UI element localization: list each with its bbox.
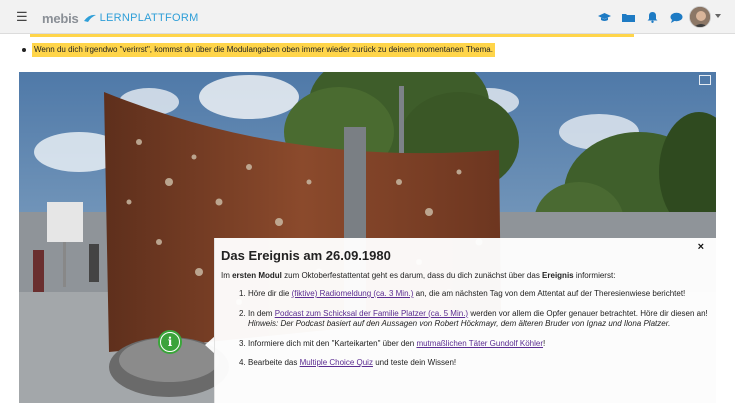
list-item: 1. Höre dir die (fiktive) Radiomeldung (… bbox=[239, 289, 709, 300]
intro-bold-module: ersten Modul bbox=[232, 271, 282, 280]
bullet-dot bbox=[22, 48, 26, 52]
task-list: 1. Höre dir die (fiktive) Radiomeldung (… bbox=[239, 289, 709, 378]
item-text-pre: In dem bbox=[248, 308, 275, 318]
logo-swoosh-icon bbox=[83, 14, 96, 22]
list-item: 2. In dem Podcast zum Schicksal der Fami… bbox=[239, 309, 709, 330]
item-text-pre: Informiere dich mit den "Karteikarten" ü… bbox=[248, 338, 417, 348]
podcast-hint: Hinweis: Der Podcast basiert auf den Aus… bbox=[248, 319, 671, 328]
menu-icon[interactable]: ☰ bbox=[16, 9, 28, 25]
folder-icon[interactable] bbox=[621, 10, 635, 24]
intro-text: zum Oktoberfestattentat geht es darum, d… bbox=[281, 271, 543, 280]
bell-icon[interactable] bbox=[645, 10, 659, 24]
avatar[interactable] bbox=[689, 6, 711, 28]
item-number: 4. bbox=[239, 358, 246, 367]
info-hotspot-button[interactable]: i bbox=[158, 330, 182, 354]
list-item: 4. Bearbeite das Multiple Choice Quiz un… bbox=[239, 358, 709, 369]
popup-title: Das Ereignis am 26.09.1980 bbox=[221, 248, 391, 263]
radio-report-link[interactable]: (fiktive) Radiomeldung (ca. 3 Min.) bbox=[292, 289, 414, 298]
perpetrator-link[interactable]: mutmaßlichen Täter Gundolf Köhler bbox=[416, 339, 543, 348]
list-item: Wenn du dich irgendwo "verirrst", kommst… bbox=[22, 43, 495, 57]
info-icon: i bbox=[161, 333, 179, 351]
logo-secondary: LERNPLATTFORM bbox=[99, 12, 199, 24]
top-navbar: ☰ mebis LERNPLATTFORM bbox=[0, 0, 735, 34]
podcast-link[interactable]: Podcast zum Schicksal der Familie Platze… bbox=[275, 309, 468, 318]
header-icons bbox=[597, 10, 683, 24]
chevron-down-icon[interactable] bbox=[715, 14, 721, 18]
info-popup: × Das Ereignis am 26.09.1980 Im ersten M… bbox=[214, 238, 716, 403]
popup-intro: Im ersten Modul zum Oktoberfestattentat … bbox=[221, 271, 615, 280]
logo-primary: mebis bbox=[42, 10, 79, 26]
item-text-post: ! bbox=[543, 338, 546, 348]
quiz-link[interactable]: Multiple Choice Quiz bbox=[300, 358, 373, 367]
item-text: Informiere dich mit den "Karteikarten" ü… bbox=[248, 339, 709, 350]
notice-text: Wenn du dich irgendwo "verirrst", kommst… bbox=[32, 43, 495, 57]
item-number: 3. bbox=[239, 338, 246, 348]
intro-text: Im bbox=[221, 271, 233, 280]
chat-icon[interactable] bbox=[669, 10, 683, 24]
highlight-strip bbox=[30, 34, 634, 37]
item-text: In dem Podcast zum Schicksal der Familie… bbox=[248, 309, 709, 330]
list-item: 3. Informiere dich mit den "Karteikarten… bbox=[239, 339, 709, 350]
site-logo[interactable]: mebis LERNPLATTFORM bbox=[42, 9, 199, 27]
item-text: Höre dir die (fiktive) Radiomeldung (ca.… bbox=[248, 289, 709, 300]
close-icon[interactable]: × bbox=[698, 241, 704, 253]
item-text-post: werden vor allem die Opfer genauer betra… bbox=[468, 308, 708, 318]
intro-text: informierst: bbox=[573, 271, 616, 280]
intro-bold-event: Ereignis bbox=[542, 271, 574, 280]
item-text-pre: Bearbeite das bbox=[248, 358, 300, 367]
graduation-cap-icon[interactable] bbox=[597, 10, 611, 24]
item-text: Bearbeite das Multiple Choice Quiz und t… bbox=[248, 358, 709, 369]
item-number: 2. bbox=[239, 308, 246, 318]
item-text-post: an, die am nächsten Tag von dem Attentat… bbox=[413, 289, 686, 298]
item-text-pre: Höre dir die bbox=[248, 289, 292, 298]
fullscreen-icon[interactable] bbox=[699, 75, 711, 85]
item-text-post: und teste dein Wissen! bbox=[372, 358, 457, 367]
item-number: 1. bbox=[239, 289, 246, 298]
